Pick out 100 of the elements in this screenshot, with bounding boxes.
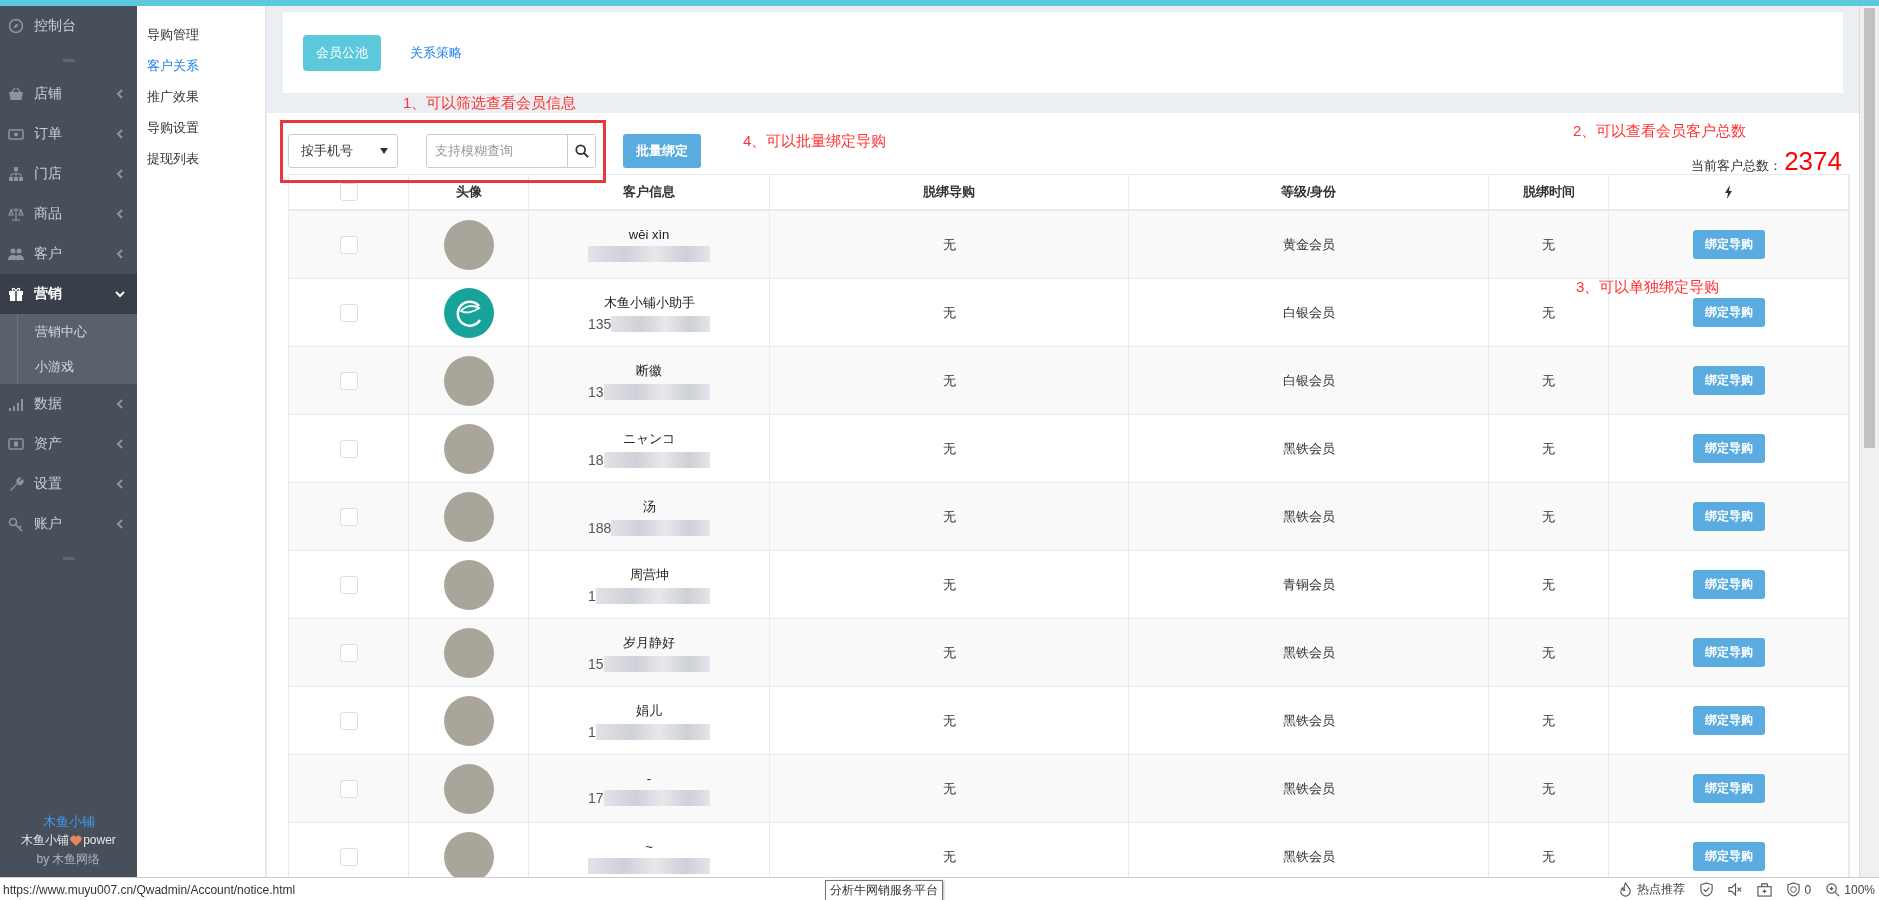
sidebar-item[interactable]: 商品 (0, 194, 137, 234)
sidebar-item[interactable]: 控制台 (0, 6, 137, 46)
sidebar-item[interactable]: 门店 (0, 154, 137, 194)
mute-icon (1727, 882, 1743, 897)
phone-prefix: 13 (588, 383, 604, 400)
sidebar-item[interactable]: 营销 (0, 274, 137, 314)
chevron-left-icon (115, 438, 125, 450)
powered-by-text: 木鱼小铺 (21, 832, 70, 849)
phone-prefix: 17 (588, 790, 604, 806)
search-field[interactable]: 支持模糊查询 (426, 133, 596, 168)
chevron-left-icon (115, 128, 125, 140)
customer-name: 汤 (642, 497, 656, 516)
shield-icon (1698, 882, 1714, 897)
phone-prefix: 135 (588, 315, 612, 332)
chevron-left-icon (115, 518, 125, 530)
chevron-left-icon (115, 248, 125, 260)
checkbox[interactable] (339, 439, 358, 458)
table-cell: 无 (942, 235, 956, 254)
table-cell: 黄金会员 (1282, 235, 1335, 254)
sidebar-item[interactable]: 账户 (0, 504, 137, 544)
annotation-note: 3、可以单独绑定导购 (1576, 278, 1720, 297)
sidebar-item[interactable]: 资产 (0, 424, 137, 464)
caret-icon (380, 147, 388, 154)
chevron-left-icon (115, 208, 125, 220)
status-text: 0 (1804, 882, 1812, 897)
zoom-icon (1825, 882, 1841, 897)
checkbox[interactable] (339, 847, 358, 866)
hierarchy-icon (8, 166, 24, 182)
table-cell: 黑铁会员 (1282, 779, 1335, 798)
phone-prefix: 18 (588, 451, 604, 468)
table-cell: 白银会员 (1282, 371, 1335, 390)
toolbox-icon (1756, 882, 1772, 897)
chevron-left-icon (115, 168, 125, 180)
chevron-down-icon (115, 288, 125, 300)
key-icon (8, 516, 24, 532)
customer-name: ニャンコ (623, 429, 675, 448)
table-cell: 无 (1542, 643, 1555, 662)
submenu-link[interactable]: 客户关系 (147, 57, 265, 75)
sidebar-item[interactable]: 设置 (0, 464, 137, 504)
scrollbar[interactable] (1859, 6, 1879, 877)
submenu-link[interactable]: 提现列表 (147, 150, 265, 168)
checkbox[interactable] (339, 575, 358, 594)
sidebar-item[interactable]: 订单 (0, 114, 137, 154)
phone-prefix: 1 (588, 723, 596, 740)
signal-bars-icon (8, 396, 24, 412)
status-text: 100% (1844, 882, 1875, 897)
column-header: 头像 (409, 175, 529, 209)
filter-dropdown[interactable]: 按手机号 (288, 133, 398, 168)
table-cell: 无 (942, 847, 956, 866)
chevron-left-icon (115, 478, 125, 490)
checkbox[interactable] (339, 643, 358, 662)
cash-icon (8, 436, 24, 452)
table-cell: 黑铁会员 (1282, 711, 1335, 730)
banknote-icon (8, 126, 24, 142)
table-cell: 黑铁会员 (1282, 643, 1335, 662)
table-cell: 黑铁会员 (1282, 507, 1335, 526)
customer-name: 周营坤 (629, 565, 669, 584)
sidebar-item[interactable]: 数据 (0, 384, 137, 424)
annotation-note: 4、可以批量绑定导购 (743, 132, 887, 151)
tab[interactable]: 关系策略 (397, 34, 475, 71)
checkbox[interactable] (339, 183, 358, 201)
customer-name: wēi xìn (628, 227, 670, 242)
basket-icon (8, 86, 24, 102)
table-cell: 无 (1542, 507, 1555, 526)
table-cell: 无 (942, 439, 956, 458)
checkbox[interactable] (339, 371, 358, 390)
checkbox[interactable] (339, 303, 358, 322)
submenu-link[interactable]: 推广效果 (147, 88, 265, 106)
checkbox[interactable] (339, 779, 358, 798)
tooltip: 分析牛网销服务平台 (825, 880, 943, 900)
sidebar-item[interactable]: 店铺 (0, 74, 137, 114)
brand-name: 木鱼小铺 (41, 813, 96, 831)
customer-name: 断徽 (636, 361, 662, 380)
checkbox[interactable] (339, 711, 358, 730)
status-url: https://www.muyu007.cn/Qwadmin/Account/notice.html (3, 882, 296, 897)
heart-icon (70, 835, 83, 846)
compass-icon (8, 18, 24, 34)
checkbox[interactable] (339, 507, 358, 526)
phone-prefix: 15 (588, 655, 604, 672)
table-cell: 无 (942, 507, 956, 526)
checkbox[interactable] (339, 235, 358, 254)
customer-name: - (646, 771, 652, 786)
table-cell: 无 (1542, 575, 1555, 594)
table-cell: 无 (1542, 847, 1555, 866)
table-cell: 黑铁会员 (1282, 439, 1335, 458)
submenu-link[interactable]: 导购设置 (147, 119, 265, 137)
customer-name: ~ (645, 839, 653, 854)
powered-by-text: power (83, 832, 116, 849)
table-cell: 无 (1542, 235, 1555, 254)
table-cell: 无 (1542, 303, 1555, 322)
phone-prefix: 1 (588, 587, 596, 604)
search-icon (574, 143, 589, 158)
flame-icon (1617, 882, 1633, 897)
total-label: 当前客户总数： (1691, 157, 1783, 175)
customer-name: 岁月静好 (623, 633, 675, 652)
company-credit: by 木鱼网络 (35, 851, 102, 868)
chevron-left-icon (115, 88, 125, 100)
sidebar-item[interactable]: 客户 (0, 234, 137, 274)
submenu-link[interactable]: 导购管理 (147, 26, 265, 44)
lightning-icon (1723, 185, 1734, 199)
